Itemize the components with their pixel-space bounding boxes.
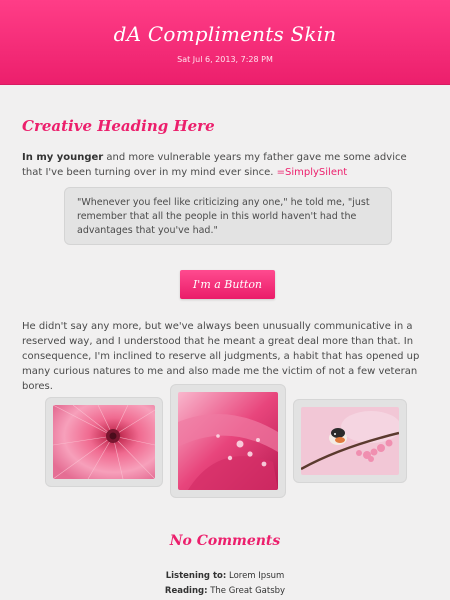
blockquote: "Whenever you feel like criticizing any … xyxy=(64,187,392,245)
reading: Reading: The Great Gatsby xyxy=(0,586,450,596)
reading-label: Reading: xyxy=(164,586,208,596)
page-header: dA Compliments Skin Sat Jul 6, 2013, 7:2… xyxy=(0,0,450,85)
intro-paragraph: In my younger and more vulnerable years … xyxy=(22,150,430,180)
page-title: dA Compliments Skin xyxy=(113,22,337,46)
post-date: Sat Jul 6, 2013, 7:28 PM xyxy=(177,55,273,64)
listening-label: Listening to: xyxy=(165,571,227,581)
reading-value: The Great Gatsby xyxy=(210,586,286,596)
intro-bold-text: In my younger xyxy=(22,152,104,163)
author-link[interactable]: =SimplySilent xyxy=(277,167,348,178)
gallery-thumb-3[interactable] xyxy=(293,399,407,483)
article-heading: Creative Heading Here xyxy=(22,117,215,135)
gallery-thumb-2[interactable] xyxy=(170,384,286,498)
listening-value: Lorem Ipsum xyxy=(228,571,285,581)
gallery-thumb-1[interactable] xyxy=(45,397,163,487)
pink-petals-with-water-drops-photo xyxy=(178,392,278,490)
pink-gerbera-flower-photo xyxy=(53,405,155,479)
comments-heading: No Comments xyxy=(169,533,281,549)
demo-button[interactable]: I'm a Button xyxy=(180,270,275,299)
bird-on-cherry-blossom-branch-photo xyxy=(301,407,399,475)
body-paragraph: He didn't say any more, but we've always… xyxy=(22,321,420,392)
listening-to: Listening to: Lorem Ipsum xyxy=(0,571,450,581)
